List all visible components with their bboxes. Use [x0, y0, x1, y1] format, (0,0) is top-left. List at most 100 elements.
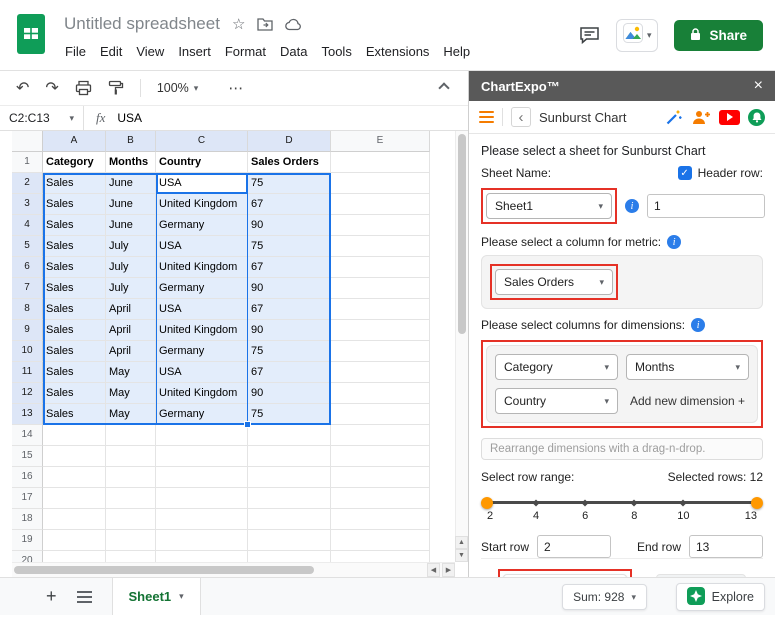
cell-B10[interactable]: April [106, 341, 156, 362]
share-button[interactable]: Share [674, 20, 763, 51]
cell-A13[interactable]: Sales [43, 404, 106, 425]
cell-B15[interactable] [106, 446, 156, 467]
slider-track[interactable] [481, 496, 763, 509]
cell-E4[interactable] [331, 215, 430, 236]
cell-E2[interactable] [331, 173, 430, 194]
cell-B1[interactable]: Months [106, 152, 156, 173]
add-dimension-button[interactable]: Add new dimension + [626, 394, 749, 408]
cell-D11[interactable]: 67 [248, 362, 331, 383]
formula-input[interactable]: USA [117, 111, 142, 125]
row-header-15[interactable]: 15 [12, 446, 43, 467]
cell-C1[interactable]: Country [156, 152, 248, 173]
col-header-A[interactable]: A [43, 131, 106, 152]
cell-C16[interactable] [156, 467, 248, 488]
cell-B2[interactable]: June [106, 173, 156, 194]
comment-icon[interactable] [579, 26, 600, 45]
row-header-17[interactable]: 17 [12, 488, 43, 509]
cell-B19[interactable] [106, 530, 156, 551]
cell-A7[interactable]: Sales [43, 278, 106, 299]
header-row-input[interactable] [647, 194, 765, 218]
youtube-icon[interactable] [719, 109, 740, 125]
cell-C15[interactable] [156, 446, 248, 467]
sheet-name-select[interactable]: Sheet1 ▾ [486, 193, 612, 219]
row-header-16[interactable]: 16 [12, 467, 43, 488]
cell-C7[interactable]: Germany [156, 278, 248, 299]
cell-C2[interactable]: USA [156, 173, 248, 194]
cell-A14[interactable] [43, 425, 106, 446]
cell-B17[interactable] [106, 488, 156, 509]
row-header-8[interactable]: 8 [12, 299, 43, 320]
menu-insert[interactable]: Insert [171, 41, 218, 62]
cell-D13[interactable]: 75 [248, 404, 331, 425]
cell-E10[interactable] [331, 341, 430, 362]
menu-data[interactable]: Data [273, 41, 314, 62]
dimension-3-select[interactable]: Country ▾ [495, 388, 618, 414]
menu-view[interactable]: View [129, 41, 171, 62]
cell-D17[interactable] [248, 488, 331, 509]
cell-A4[interactable]: Sales [43, 215, 106, 236]
magic-wand-icon[interactable] [665, 108, 683, 126]
cell-E17[interactable] [331, 488, 430, 509]
slider-handle-start[interactable] [481, 496, 493, 509]
cell-D12[interactable]: 90 [248, 383, 331, 404]
cell-B13[interactable]: May [106, 404, 156, 425]
star-icon[interactable]: ☆ [232, 15, 245, 33]
cell-E7[interactable] [331, 278, 430, 299]
row-header-5[interactable]: 5 [12, 236, 43, 257]
cell-D5[interactable]: 75 [248, 236, 331, 257]
cell-C3[interactable]: United Kingdom [156, 194, 248, 215]
cell-E14[interactable] [331, 425, 430, 446]
info-icon[interactable]: i [691, 318, 706, 332]
cell-D10[interactable]: 75 [248, 341, 331, 362]
cell-A9[interactable]: Sales [43, 320, 106, 341]
cell-E15[interactable] [331, 446, 430, 467]
cell-A2[interactable]: Sales [43, 173, 106, 194]
cell-D18[interactable] [248, 509, 331, 530]
row-header-19[interactable]: 19 [12, 530, 43, 551]
row-header-1[interactable]: 1 [12, 152, 43, 173]
cloud-status-icon[interactable] [285, 18, 303, 31]
dimension-2-select[interactable]: Months ▾ [626, 354, 749, 380]
scroll-down-icon[interactable]: ▼ [455, 549, 468, 562]
cell-B18[interactable] [106, 509, 156, 530]
cell-B3[interactable]: June [106, 194, 156, 215]
menu-help[interactable]: Help [436, 41, 477, 62]
row-header-3[interactable]: 3 [12, 194, 43, 215]
more-toolbar-icon[interactable]: ⋯ [228, 79, 245, 97]
cell-A10[interactable]: Sales [43, 341, 106, 362]
cell-B14[interactable] [106, 425, 156, 446]
notification-bell-icon[interactable] [748, 108, 765, 126]
cell-E9[interactable] [331, 320, 430, 341]
back-icon[interactable]: ‹ [511, 107, 531, 127]
cell-A17[interactable] [43, 488, 106, 509]
sheet-tab[interactable]: Sheet1 ▾ [111, 578, 201, 615]
cell-E13[interactable] [331, 404, 430, 425]
addon-menu-button[interactable]: ▾ [615, 19, 659, 52]
vertical-scroll-thumb[interactable] [458, 134, 466, 334]
doc-title[interactable]: Untitled spreadsheet [64, 14, 220, 34]
horizontal-scroll-thumb[interactable] [14, 566, 314, 574]
cell-C13[interactable]: Germany [156, 404, 248, 425]
paint-format-icon[interactable] [108, 80, 124, 96]
grid-corner[interactable] [12, 131, 43, 152]
end-row-input[interactable] [689, 535, 763, 558]
menu-format[interactable]: Format [218, 41, 273, 62]
menu-file[interactable]: File [58, 41, 93, 62]
dimension-1-select[interactable]: Category ▾ [495, 354, 618, 380]
row-header-14[interactable]: 14 [12, 425, 43, 446]
cell-A3[interactable]: Sales [43, 194, 106, 215]
row-header-11[interactable]: 11 [12, 362, 43, 383]
scroll-right-icon[interactable]: ▶ [442, 563, 455, 577]
cell-E1[interactable] [331, 152, 430, 173]
cell-A16[interactable] [43, 467, 106, 488]
scroll-up-icon[interactable]: ▲ [455, 536, 468, 549]
horizontal-scrollbar[interactable]: ◀ ▶ [12, 562, 455, 577]
vertical-scrollbar[interactable]: ▲ ▼ [455, 131, 468, 562]
metric-select[interactable]: Sales Orders ▾ [495, 269, 613, 295]
info-icon[interactable]: i [625, 199, 639, 213]
cell-E11[interactable] [331, 362, 430, 383]
cell-D16[interactable] [248, 467, 331, 488]
cell-A6[interactable]: Sales [43, 257, 106, 278]
row-header-2[interactable]: 2 [12, 173, 43, 194]
cell-A12[interactable]: Sales [43, 383, 106, 404]
